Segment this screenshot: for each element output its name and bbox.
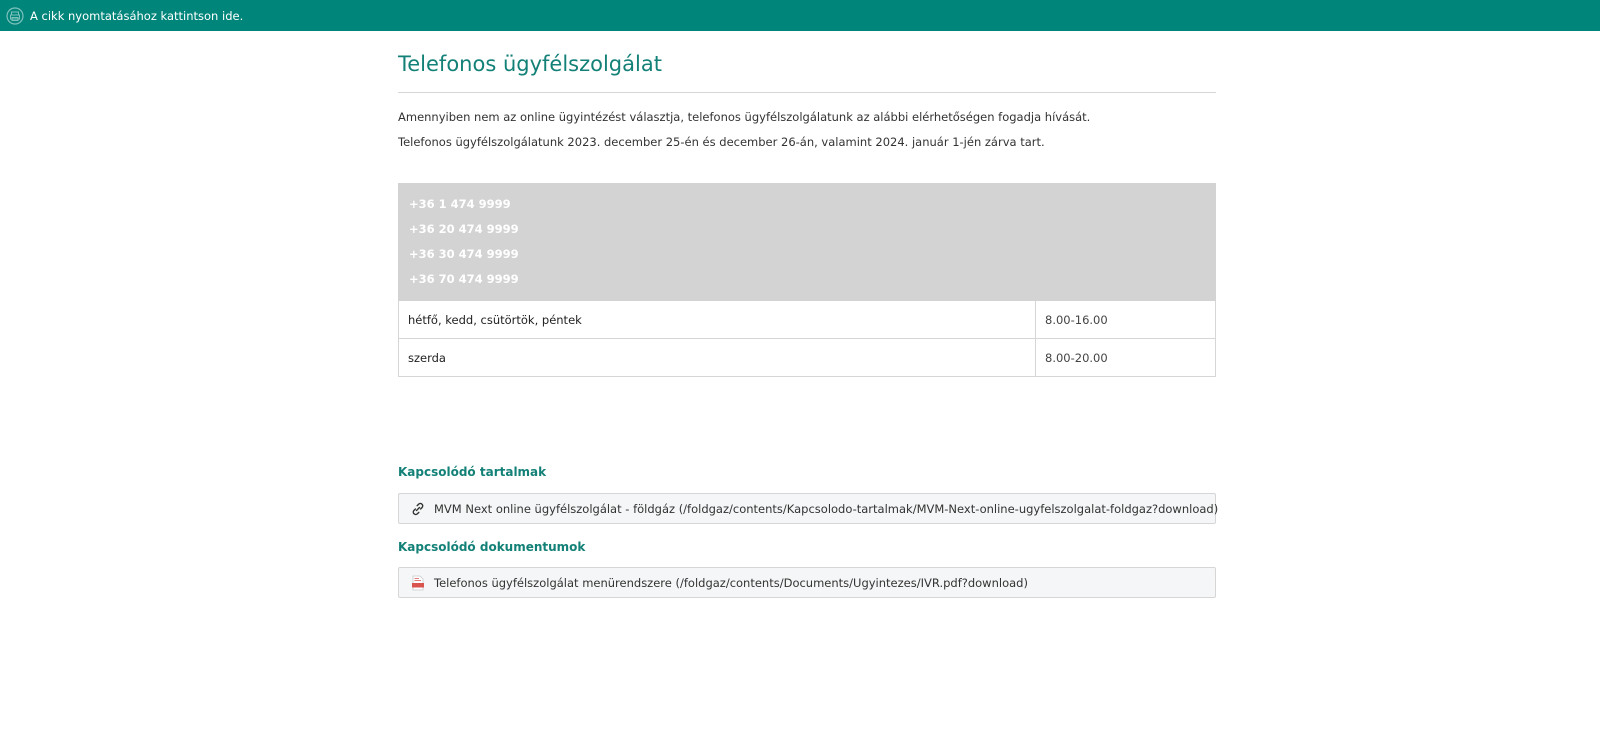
related-document-link-text: Telefonos ügyfélszolgálat menürendszere … — [434, 575, 1028, 590]
related-documents-heading: Kapcsolódó dokumentumok — [398, 540, 586, 554]
print-icon — [6, 6, 24, 25]
related-document-link[interactable]: Telefonos ügyfélszolgálat menürendszere … — [398, 567, 1216, 598]
hours-row: szerda 8.00-20.00 — [398, 338, 1216, 377]
phone-number: +36 70 474 9999 — [409, 272, 519, 286]
hours-time: 8.00-16.00 — [1035, 300, 1216, 339]
phone-row: +36 1 474 9999 +36 20 474 9999 +36 30 47… — [398, 183, 1216, 301]
related-content-link[interactable]: MVM Next online ügyfélszolgálat - földgá… — [398, 493, 1219, 524]
phone-number: +36 20 474 9999 — [409, 222, 519, 236]
holiday-notice: Telefonos ügyfélszolgálatunk 2023. decem… — [398, 135, 1045, 149]
related-content-link-text: MVM Next online ügyfélszolgálat - földgá… — [434, 501, 1219, 516]
title-divider — [398, 92, 1216, 93]
intro-text: Amennyiben nem az online ügyintézést vál… — [398, 110, 1091, 124]
phone-number: +36 1 474 9999 — [409, 197, 511, 211]
hours-time: 8.00-20.00 — [1035, 338, 1216, 377]
top-bar: A cikk nyomtatásához kattintson ide. — [0, 0, 1600, 31]
hours-days: hétfő, kedd, csütörtök, péntek — [398, 300, 1036, 339]
phone-numbers-box: +36 1 474 9999 +36 20 474 9999 +36 30 47… — [398, 183, 1216, 301]
pdf-icon — [410, 575, 426, 591]
print-link[interactable]: A cikk nyomtatásához kattintson ide. — [0, 6, 244, 25]
print-link-label: A cikk nyomtatásához kattintson ide. — [30, 8, 244, 23]
related-content-heading: Kapcsolódó tartalmak — [398, 465, 547, 479]
hours-days: szerda — [398, 338, 1036, 377]
link-icon — [410, 501, 426, 517]
contact-table: +36 1 474 9999 +36 20 474 9999 +36 30 47… — [398, 183, 1216, 377]
phone-number: +36 30 474 9999 — [409, 247, 519, 261]
hours-row: hétfő, kedd, csütörtök, péntek 8.00-16.0… — [398, 300, 1216, 339]
page-title: Telefonos ügyfélszolgálat — [398, 52, 662, 76]
